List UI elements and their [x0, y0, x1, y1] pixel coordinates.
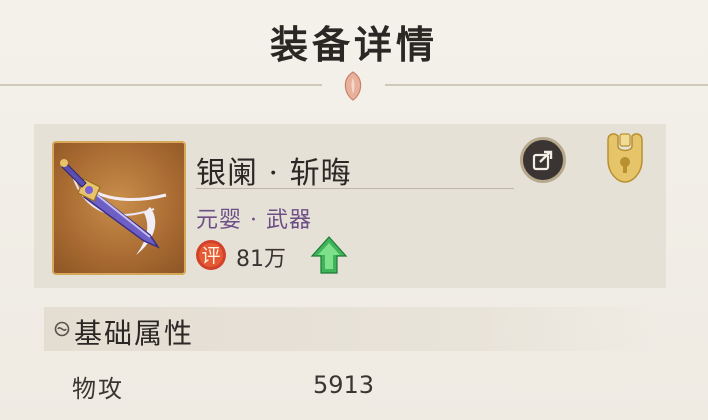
page-title: 装备详情 — [269, 22, 438, 67]
sword-item-icon — [60, 159, 167, 255]
share-button[interactable] — [520, 137, 566, 183]
section-bullet-icon — [54, 321, 70, 337]
title-divider-right — [385, 84, 708, 86]
attribute-label: 物攻 — [72, 375, 124, 403]
equipment-card: 银阑 · 斩晦 元婴 · 武器 评 81万 — [34, 124, 666, 288]
score-badge-text: 评 — [201, 245, 220, 267]
score-badge-icon: 评 — [196, 240, 226, 270]
title-divider-left — [0, 84, 322, 86]
ornament-icon — [344, 71, 362, 101]
upgrade-arrow-icon — [310, 236, 348, 274]
lock-button[interactable] — [600, 130, 650, 186]
lock-icon — [607, 133, 643, 183]
equipment-name: 银阑 · 斩晦 — [196, 156, 352, 191]
attribute-value: 5913 — [313, 371, 375, 399]
equipment-icon-frame[interactable] — [52, 141, 186, 275]
equipment-detail-panel: 装备详情 银阑 · 斩晦 元婴 · 武器 评 81万 基础属性 物攻 5913 — [0, 0, 708, 420]
name-divider — [196, 188, 514, 189]
share-icon — [532, 150, 553, 171]
section-title: 基础属性 — [74, 317, 195, 350]
equipment-type: 元婴 · 武器 — [196, 208, 312, 233]
section-header-basic-attributes: 基础属性 — [44, 307, 668, 351]
score-value: 81万 — [236, 247, 286, 272]
